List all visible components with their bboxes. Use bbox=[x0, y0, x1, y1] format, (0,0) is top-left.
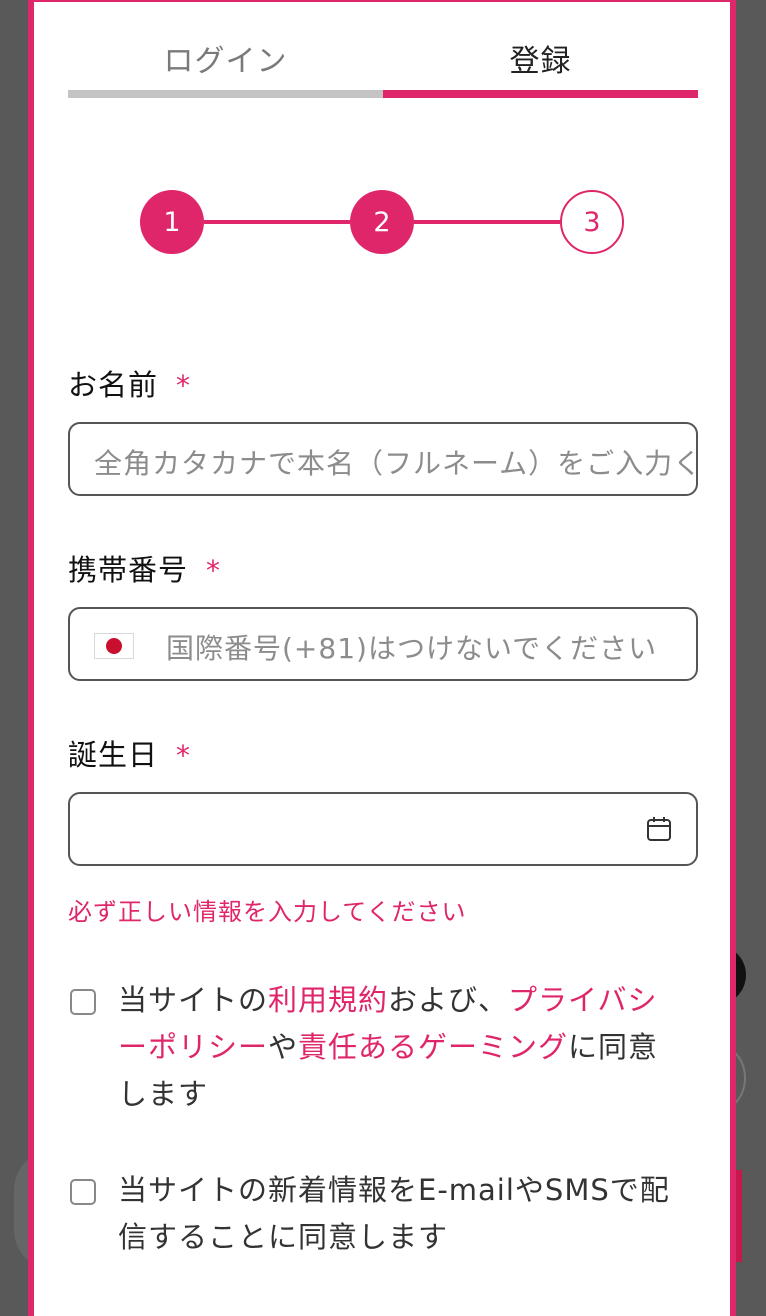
required-mark: * bbox=[176, 369, 192, 402]
register-modal: ログイン 登録 1 2 3 お名前 * 全角カタカナで本名（フルネーム）をご入力く… bbox=[28, 0, 736, 1316]
progress-stepper: 1 2 3 bbox=[140, 190, 624, 254]
phone-input[interactable]: 国際番号(+81)はつけないでください bbox=[68, 607, 698, 681]
terms-text-2: および、 bbox=[388, 983, 509, 1017]
birthday-label-text: 誕生日 bbox=[68, 738, 159, 772]
name-label: お名前 * bbox=[68, 362, 191, 404]
japan-flag-icon[interactable] bbox=[94, 633, 134, 659]
required-mark: * bbox=[206, 554, 222, 587]
step-3: 3 bbox=[560, 190, 624, 254]
birthday-input[interactable] bbox=[68, 792, 698, 866]
phone-label: 携帯番号 * bbox=[68, 547, 221, 589]
birthday-label: 誕生日 * bbox=[68, 732, 191, 774]
stepper-line-2 bbox=[414, 220, 560, 224]
validation-error: 必ず正しい情報を入力してください bbox=[68, 898, 467, 926]
stepper-line-1 bbox=[204, 220, 350, 224]
newsletter-checkbox[interactable] bbox=[70, 1179, 96, 1205]
name-input[interactable]: 全角カタカナで本名（フルネーム）をご入力ください bbox=[68, 422, 698, 496]
tab-login[interactable]: ログイン bbox=[68, 20, 383, 98]
step-2: 2 bbox=[350, 190, 414, 254]
phone-input-placeholder: 国際番号(+81)はつけないでください bbox=[166, 632, 658, 665]
terms-text-1: 当サイトの bbox=[118, 983, 269, 1017]
name-input-placeholder: 全角カタカナで本名（フルネーム）をご入力ください bbox=[94, 447, 698, 480]
terms-text-3: や bbox=[268, 1030, 299, 1064]
calendar-icon[interactable] bbox=[646, 816, 672, 842]
terms-of-use-link[interactable]: 利用規約 bbox=[268, 983, 388, 1017]
name-label-text: お名前 bbox=[68, 368, 159, 402]
newsletter-consent-text: 当サイトの新着情報をE-mailやSMSで配信することに同意します bbox=[118, 1173, 670, 1254]
step-1: 1 bbox=[140, 190, 204, 254]
tab-register[interactable]: 登録 bbox=[383, 20, 698, 98]
auth-tabs: ログイン 登録 bbox=[68, 20, 698, 98]
required-mark: * bbox=[176, 739, 192, 772]
terms-checkbox[interactable] bbox=[70, 989, 96, 1015]
terms-consent-text: 当サイトの利用規約および、プライバシーポリシーや責任あるゲーミングに同意します bbox=[118, 977, 678, 1118]
responsible-gaming-link[interactable]: 責任あるゲーミング bbox=[298, 1030, 568, 1064]
phone-label-text: 携帯番号 bbox=[68, 553, 189, 587]
